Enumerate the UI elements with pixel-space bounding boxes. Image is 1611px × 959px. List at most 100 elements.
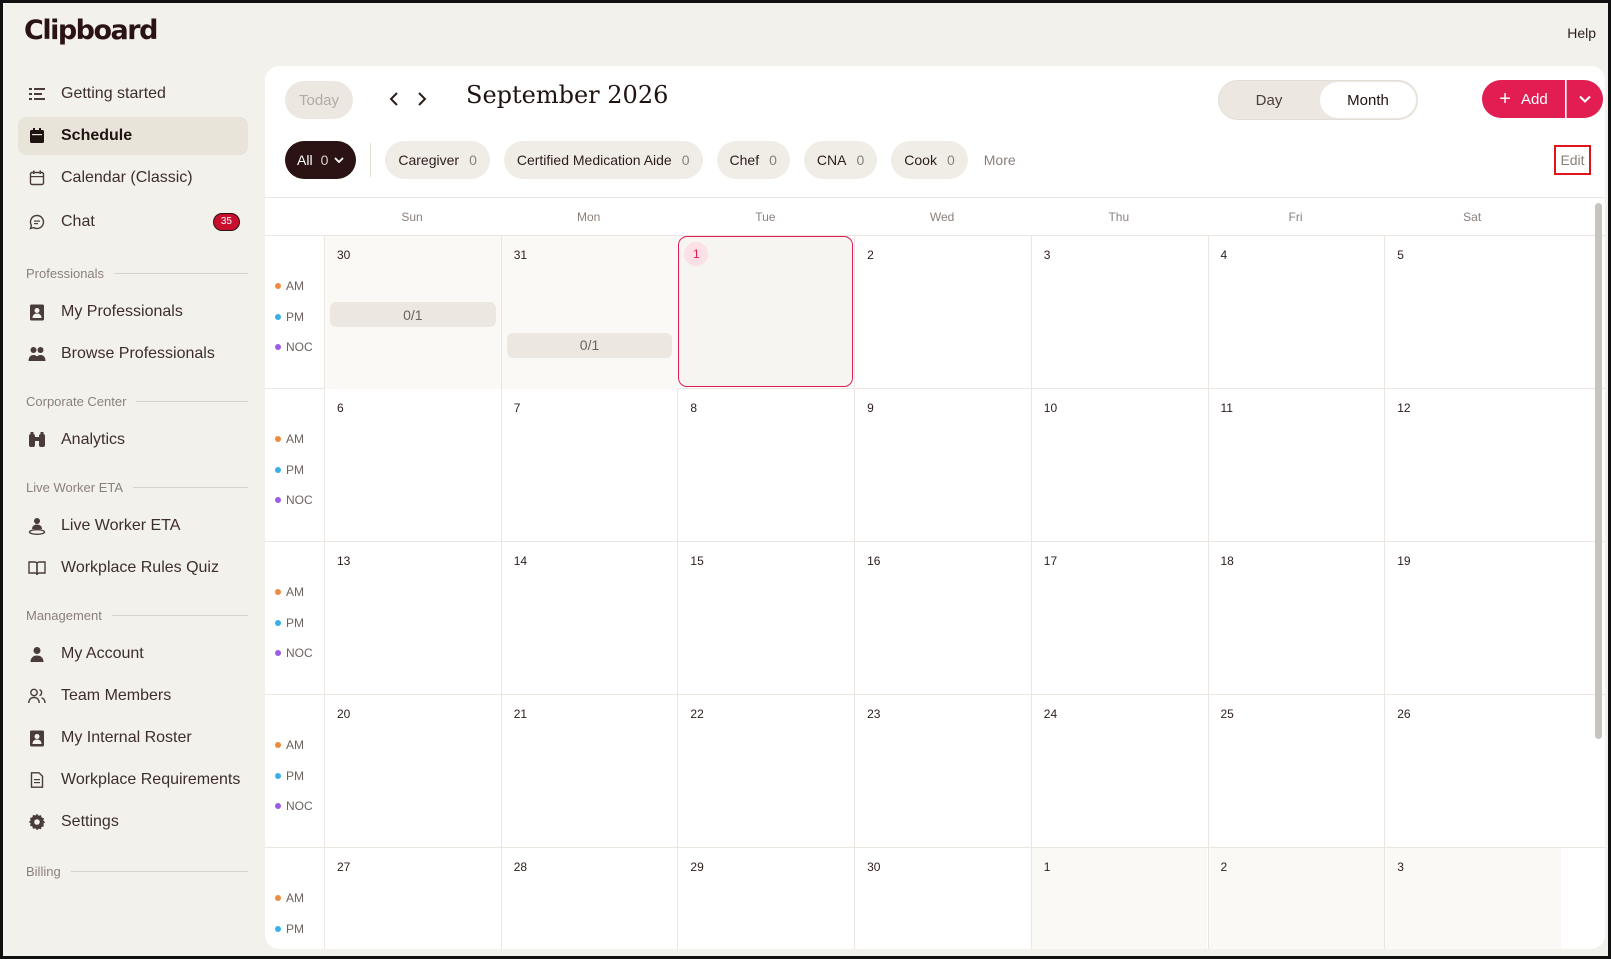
- sidebar-item-settings[interactable]: Settings: [18, 803, 248, 841]
- calendar-day-cell[interactable]: 16: [854, 542, 1031, 695]
- shift-label-pm: PM: [275, 310, 304, 324]
- shift-fill-slot[interactable]: 0/1: [506, 332, 673, 358]
- calendar-day-cell[interactable]: 26: [1384, 695, 1561, 848]
- sidebar-item-live-worker-eta[interactable]: Live Worker ETA: [18, 507, 248, 545]
- weekday-label: Tue: [755, 210, 776, 224]
- filter-chef[interactable]: Chef 0: [716, 141, 790, 179]
- calendar-day-cell[interactable]: 2: [854, 236, 1031, 389]
- add-dropdown-button[interactable]: [1566, 80, 1603, 118]
- calendar-day-cell[interactable]: 30: [854, 848, 1031, 949]
- view-month-option[interactable]: Month: [1320, 82, 1416, 118]
- shift-dot-icon: [275, 589, 281, 595]
- calendar-day-cell[interactable]: 11: [1207, 389, 1385, 542]
- sidebar-item-my-internal-roster[interactable]: My Internal Roster: [18, 719, 248, 757]
- calendar-day-cell[interactable]: 13: [324, 542, 501, 695]
- calendar-day-cell[interactable]: 17: [1030, 542, 1208, 695]
- calendar-day-cell[interactable]: 24: [1030, 695, 1208, 848]
- calendar-day-cell[interactable]: 12: [1384, 389, 1561, 542]
- calendar-day-cell[interactable]: 3: [1384, 848, 1561, 949]
- day-number: 16: [867, 554, 881, 568]
- shift-label-am: AM: [275, 585, 304, 599]
- help-link[interactable]: Help: [1567, 25, 1596, 41]
- calendar-day-cell[interactable]: 1: [1030, 848, 1208, 949]
- calendar-day-cell[interactable]: 18: [1207, 542, 1385, 695]
- role-filters: All 0 Caregiver 0 Certified Medication A…: [285, 141, 1016, 179]
- shift-dot-icon: [275, 650, 281, 656]
- calendar-day-cell[interactable]: 6: [324, 389, 501, 542]
- sidebar-item-team-members[interactable]: Team Members: [18, 677, 248, 715]
- sidebar-item-my-account[interactable]: My Account: [18, 635, 248, 673]
- calendar-day-cell[interactable]: 22: [677, 695, 854, 848]
- view-day-option[interactable]: Day: [1219, 81, 1319, 119]
- sidebar-item-schedule[interactable]: Schedule: [18, 117, 248, 155]
- sidebar-item-workplace-requirements[interactable]: Workplace Requirements: [18, 761, 248, 799]
- shift-dot-icon: [275, 803, 281, 809]
- calendar-day-cell[interactable]: 4: [1207, 236, 1385, 389]
- calendar-day-cell[interactable]: 19: [1384, 542, 1561, 695]
- add-button[interactable]: + Add: [1482, 80, 1565, 118]
- calendar-scrollbar[interactable]: [1594, 199, 1603, 944]
- calendar-day-cell[interactable]: 25: [1207, 695, 1385, 848]
- people-icon: [28, 345, 46, 363]
- filter-count: 0: [681, 152, 690, 168]
- calendar-day-cell[interactable]: 5: [1384, 236, 1561, 389]
- sidebar-section-billing: Billing: [26, 861, 248, 881]
- sidebar-item-label: Getting started: [61, 85, 166, 102]
- scrollbar-thumb[interactable]: [1595, 203, 1602, 739]
- calendar-day-cell[interactable]: 14: [500, 542, 678, 695]
- shift-label-text: AM: [286, 279, 304, 293]
- section-title: Billing: [26, 863, 61, 879]
- calendar-day-cell[interactable]: 30 0/1: [324, 236, 501, 389]
- calendar-day-cell[interactable]: 3: [1030, 236, 1208, 389]
- filter-all-dropdown[interactable]: All 0: [285, 141, 357, 179]
- shift-label-text: PM: [286, 768, 304, 783]
- calendar-day-cell[interactable]: 23: [854, 695, 1031, 848]
- calendar-day-cell[interactable]: 10: [1030, 389, 1208, 542]
- more-filters-link[interactable]: More: [984, 152, 1016, 168]
- shift-dot-icon: [275, 497, 281, 503]
- clipboard-logo[interactable]: Clipboard: [24, 15, 158, 46]
- section-title: Management: [26, 607, 102, 623]
- sidebar-item-analytics[interactable]: Analytics: [18, 421, 248, 459]
- calendar-day-cell[interactable]: 29: [677, 848, 854, 949]
- filter-cna[interactable]: CNA 0: [803, 141, 878, 179]
- calendar-day-cell[interactable]: 15: [677, 542, 854, 695]
- filter-certified-medication-aide[interactable]: Certified Medication Aide 0: [503, 141, 703, 179]
- filter-count: 0: [946, 152, 955, 168]
- sidebar-item-workplace-rules-quiz[interactable]: Workplace Rules Quiz: [18, 549, 248, 587]
- shift-fill-slot[interactable]: 0/1: [330, 302, 496, 327]
- calendar-day-cell[interactable]: 9: [854, 389, 1031, 542]
- shift-dot-icon: [275, 313, 281, 320]
- sidebar-item-calendar-classic[interactable]: Calendar (Classic): [18, 159, 248, 197]
- sidebar-item-my-professionals[interactable]: My Professionals: [18, 293, 248, 331]
- today-button[interactable]: Today: [285, 81, 353, 119]
- calendar-day-cell[interactable]: 31 0/1: [500, 236, 678, 389]
- chevron-right-icon[interactable]: [412, 88, 432, 110]
- sidebar-item-chat[interactable]: Chat 35: [18, 203, 248, 241]
- worker-location-icon: [28, 517, 46, 535]
- calendar-day-cell[interactable]: 21: [500, 695, 678, 848]
- calendar-day-cell-today[interactable]: 1: [678, 236, 854, 387]
- edit-filters-button[interactable]: Edit: [1554, 145, 1591, 175]
- shift-label-text: NOC: [286, 340, 313, 354]
- chevron-left-icon[interactable]: [384, 88, 404, 110]
- app-window: Clipboard Help Getting started Schedule …: [0, 0, 1611, 959]
- calendar-day-cell[interactable]: 7: [500, 389, 678, 542]
- calendar-day-cell[interactable]: 2: [1207, 848, 1385, 949]
- calendar-week-row: AM PM NOC 13 14 15 16 17 18 19: [265, 542, 1605, 695]
- shift-dot-icon: [275, 344, 281, 350]
- shift-label-text: PM: [286, 462, 304, 477]
- shift-label-am: AM: [275, 738, 304, 752]
- filter-divider: [370, 143, 372, 177]
- calendar-day-cell[interactable]: 20: [324, 695, 501, 848]
- day-number: 9: [867, 401, 874, 415]
- sidebar-item-browse-professionals[interactable]: Browse Professionals: [18, 335, 248, 373]
- filter-caregiver[interactable]: Caregiver 0: [385, 141, 490, 179]
- sidebar-item-getting-started[interactable]: Getting started: [18, 75, 248, 113]
- calendar-day-cell[interactable]: 27: [324, 848, 501, 949]
- calendar-day-cell[interactable]: 8: [677, 389, 854, 542]
- shift-label-pm: PM: [275, 616, 304, 630]
- section-title: Corporate Center: [26, 393, 127, 409]
- filter-cook[interactable]: Cook 0: [891, 141, 968, 179]
- calendar-day-cell[interactable]: 28: [500, 848, 678, 949]
